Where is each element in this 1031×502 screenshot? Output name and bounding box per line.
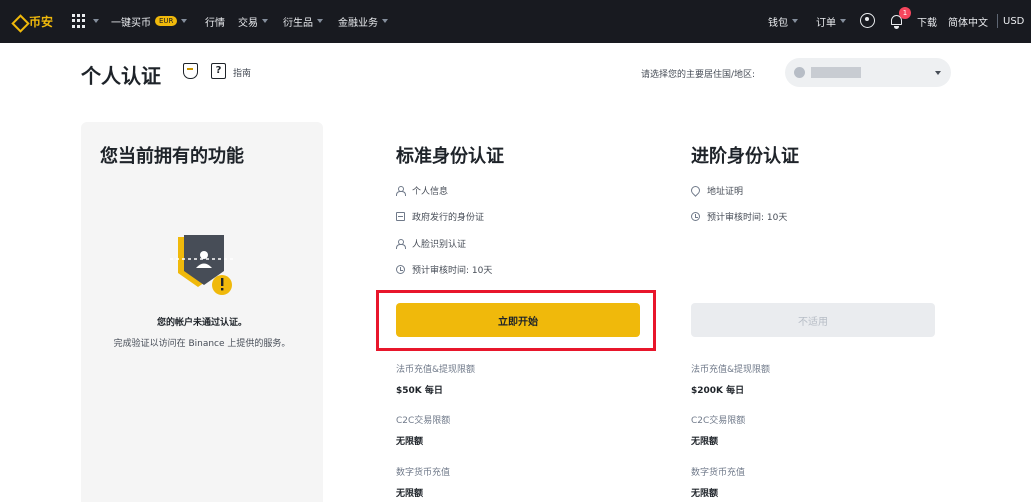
nav-orders-label: 订单	[816, 17, 836, 29]
nav-wallet-label: 钱包	[768, 17, 788, 29]
unverified-shield-icon	[170, 235, 236, 295]
limit-label: 法币充值&提现限额	[691, 365, 771, 375]
shield-icon	[183, 63, 198, 79]
limit-value: $200K 每日	[691, 386, 745, 396]
unverified-status-description: 完成验证以访问在 Binance 上提供的服务。	[113, 339, 291, 349]
requirement-item: 地址证明	[689, 183, 744, 197]
notification-count-badge: 1	[899, 7, 911, 19]
requirement-item: 政府发行的身份证	[396, 209, 484, 223]
nav-buy-crypto[interactable]: 一键买币 EUR	[111, 14, 188, 29]
nav-derivatives-label: 衍生品	[283, 17, 313, 29]
chevron-down-icon	[792, 19, 798, 23]
clock-icon	[691, 211, 700, 221]
current-features-title: 您当前拥有的功能	[100, 146, 244, 167]
region-select[interactable]	[785, 58, 951, 87]
chevron-down-icon	[317, 19, 323, 23]
requirement-label: 政府发行的身份证	[412, 212, 485, 223]
chevron-down-icon	[840, 19, 846, 23]
page-title: 个人认证	[81, 64, 161, 88]
chevron-down-icon	[262, 19, 268, 23]
standard-verification-title: 标准身份认证	[396, 146, 504, 167]
requirement-item: 人脸识别认证	[396, 236, 466, 250]
region-label: 请选择您的主要居住国/地区:	[641, 70, 756, 80]
nav-wallet[interactable]: 钱包	[768, 14, 798, 29]
nav-download-label: 下载	[917, 17, 937, 29]
limit-value: $50K 每日	[396, 386, 443, 396]
country-flag-icon	[794, 67, 805, 78]
unverified-status-title: 您的帐户未通过认证。	[156, 318, 247, 328]
chevron-down-icon	[382, 19, 388, 23]
limit-value: 无限额	[691, 437, 719, 447]
limit-label: 法币充值&提现限额	[396, 365, 476, 375]
nav-markets-label: 行情	[205, 17, 225, 29]
user-info-icon	[396, 185, 406, 196]
nav-derivatives[interactable]: 衍生品	[283, 14, 323, 29]
nav-trade-label: 交易	[238, 17, 258, 29]
not-applicable-button[interactable]: 不适用	[691, 303, 935, 337]
location-pin-icon	[689, 183, 702, 197]
requirement-label: 人脸识别认证	[412, 239, 467, 250]
nav-buy-crypto-label: 一键买币	[111, 17, 151, 29]
currency-badge: EUR	[155, 16, 178, 26]
requirement-item: 个人信息	[396, 183, 448, 197]
nav-currency-label: USD	[1003, 15, 1025, 27]
nav-language-label: 简体中文	[948, 17, 988, 29]
nav-markets[interactable]: 行情	[205, 14, 225, 29]
limit-value: 无限额	[396, 437, 424, 447]
limit-label: 数字货币充值	[691, 468, 746, 478]
nav-finance[interactable]: 金融业务	[338, 14, 388, 29]
requirement-label: 预计审核时间: 10天	[412, 265, 493, 276]
user-icon[interactable]	[860, 13, 875, 28]
nav-download[interactable]: 下载	[917, 14, 937, 29]
requirement-item: 预计审核时间: 10天	[396, 262, 492, 276]
nav-orders[interactable]: 订单	[816, 14, 846, 29]
clock-icon	[396, 264, 405, 274]
chevron-down-icon	[181, 19, 188, 23]
current-features-card	[81, 122, 323, 502]
chevron-down-icon	[93, 19, 99, 23]
limit-value: 无限额	[396, 489, 424, 499]
binance-logo[interactable]: 币安	[12, 12, 53, 30]
nav-trade[interactable]: 交易	[238, 14, 268, 29]
limit-label: C2C交易限额	[691, 416, 746, 426]
help-icon[interactable]: ?	[211, 63, 226, 79]
region-value-redacted	[811, 67, 861, 78]
requirement-label: 预计审核时间: 10天	[707, 212, 788, 223]
nav-currency[interactable]: USD	[1003, 14, 1024, 28]
requirement-label: 个人信息	[412, 186, 449, 197]
chevron-down-icon	[935, 71, 941, 75]
binance-logo-icon	[12, 15, 25, 28]
limit-label: C2C交易限额	[396, 416, 451, 426]
limit-label: 数字货币充值	[396, 468, 451, 478]
id-card-icon	[396, 211, 405, 221]
start-verification-button[interactable]: 立即开始	[396, 303, 640, 337]
face-recognition-icon	[396, 238, 406, 249]
requirement-label: 地址证明	[707, 186, 744, 197]
guide-link[interactable]: 指南	[233, 66, 251, 79]
logo-text: 币安	[29, 14, 54, 29]
limit-value: 无限额	[691, 489, 719, 499]
apps-grid-icon[interactable]	[72, 14, 86, 28]
requirement-item: 预计审核时间: 10天	[691, 209, 787, 223]
top-navbar: 币安 一键买币 EUR 行情 交易 衍生品 金融业务 钱包 订单 1 下载 简体…	[0, 0, 1031, 43]
nav-divider	[997, 14, 998, 28]
advanced-verification-title: 进阶身份认证	[691, 146, 799, 167]
nav-language[interactable]: 简体中文	[948, 14, 988, 29]
nav-finance-label: 金融业务	[338, 17, 378, 29]
